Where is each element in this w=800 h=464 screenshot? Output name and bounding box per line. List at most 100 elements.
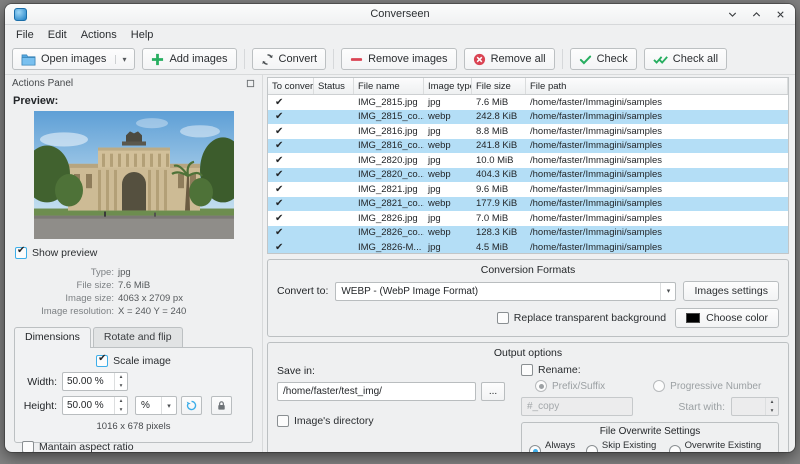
row-check-icon[interactable]: ✔ xyxy=(268,97,314,108)
save-path-input[interactable]: /home/faster/test_img/ xyxy=(277,382,476,401)
table-row[interactable]: ✔ IMG_2826.jpg jpg 7.0 MiB/home/faster/Imma… xyxy=(268,211,788,226)
toolbar-remove-all-button[interactable]: Remove all xyxy=(463,48,555,70)
table-row[interactable]: ✔ IMG_2815_co... webp 242.8 KiB/home/faster… xyxy=(268,109,788,124)
progressive-number-radio[interactable]: Progressive Number xyxy=(653,380,761,392)
toolbar-remove-images-button[interactable]: Remove images xyxy=(341,48,457,70)
toolbar-open-images-button[interactable]: Open images ▾ xyxy=(12,48,136,70)
radio-label: Progressive Number xyxy=(670,380,762,392)
overwrite-existing-files-radio[interactable]: Overwrite Existing Files xyxy=(668,440,771,452)
toolbar-convert-button[interactable]: Convert xyxy=(251,48,327,70)
browse-button[interactable]: ... xyxy=(481,382,505,401)
tab-rotate-and-flip[interactable]: Rotate and flip xyxy=(92,327,183,347)
column-header-file-name[interactable]: File name xyxy=(354,78,424,94)
minimize-icon[interactable] xyxy=(727,9,738,20)
overwrite-options: Always Ask Skip Existing Files Overwrite E… xyxy=(529,440,771,452)
table-row[interactable]: ✔ IMG_2816_co... webp 241.8 KiB/home/faster… xyxy=(268,138,788,153)
titlebar[interactable]: Converseen xyxy=(5,4,795,25)
dimensions-panel: Scale image Width: 50.00 % ▴▾ Height: 50… xyxy=(14,347,253,452)
window-title: Converseen xyxy=(370,8,430,20)
close-icon[interactable] xyxy=(775,9,786,20)
table-row[interactable]: ✔ IMG_2826-M... jpg 4.5 MiB/home/faster/Imm… xyxy=(268,240,788,253)
skip-existing-files-radio[interactable]: Skip Existing Files xyxy=(585,440,669,452)
row-check-icon[interactable]: ✔ xyxy=(268,213,314,224)
start-with-value xyxy=(732,398,765,415)
rename-checkbox[interactable]: Rename: xyxy=(521,364,779,376)
toolbar-check-button[interactable]: Check xyxy=(569,48,637,70)
table-row[interactable]: ✔ IMG_2820_co... webp 404.3 KiB/home/faster… xyxy=(268,167,788,182)
width-spinner[interactable]: 50.00 % ▴ ▾ xyxy=(62,372,128,391)
toolbar-check-all-button[interactable]: Check all xyxy=(643,48,728,70)
spinner-arrows-icon[interactable]: ▴ ▾ xyxy=(114,397,127,414)
float-panel-icon[interactable] xyxy=(246,79,255,88)
file-table-header[interactable]: To convert Status File name Image type File … xyxy=(268,78,788,95)
table-row[interactable]: ✔ IMG_2815.jpg jpg 7.6 MiB/home/faster/Imma… xyxy=(268,95,788,110)
toolbar-add-images-button[interactable]: Add images xyxy=(142,48,237,70)
row-check-icon[interactable]: ✔ xyxy=(268,227,314,238)
row-check-icon[interactable]: ✔ xyxy=(268,126,314,137)
table-row[interactable]: ✔ IMG_2821.jpg jpg 9.6 MiB/home/faster/Imma… xyxy=(268,182,788,197)
column-header-file-size[interactable]: File size xyxy=(472,78,526,94)
row-check-icon[interactable]: ✔ xyxy=(268,198,314,209)
row-image-type: jpg xyxy=(428,212,441,224)
row-check-icon[interactable]: ✔ xyxy=(268,155,314,166)
dropdown-arrow-icon[interactable]: ▾ xyxy=(115,54,126,64)
rename-pattern-input[interactable]: #_copy xyxy=(521,397,633,416)
conversion-formats-group: Conversion Formats Convert to: WEBP - (W… xyxy=(267,259,789,337)
images-settings-button[interactable]: Images settings xyxy=(683,281,779,301)
menu-item-edit[interactable]: Edit xyxy=(41,27,74,43)
file-overwrite-title: File Overwrite Settings xyxy=(599,426,701,437)
format-combobox[interactable]: WEBP - (WebP Image Format) ▾ xyxy=(335,281,677,301)
row-check-icon[interactable]: ✔ xyxy=(268,184,314,195)
row-image-type: jpg xyxy=(428,96,441,108)
row-check-icon[interactable]: ✔ xyxy=(268,242,314,253)
show-preview-checkbox[interactable]: Show preview xyxy=(15,245,255,259)
row-image-type: webp xyxy=(428,140,451,152)
menubar: File Edit Actions Help xyxy=(5,25,795,44)
tab-dimensions[interactable]: Dimensions xyxy=(14,327,91,348)
menu-item-actions[interactable]: Actions xyxy=(74,27,124,43)
replace-transparent-background-checkbox[interactable]: Replace transparent background xyxy=(496,312,667,324)
row-image-type: jpg xyxy=(428,154,441,166)
image-info-line: Type: jpg xyxy=(12,266,255,279)
row-image-type: webp xyxy=(428,198,451,210)
table-row[interactable]: ✔ IMG_2826_co... webp 128.3 KiB/home/faster… xyxy=(268,225,788,240)
rename-pattern-value: #_copy xyxy=(527,401,560,412)
lock-aspect-button[interactable] xyxy=(211,396,232,415)
format-value: WEBP - (WebP Image Format) xyxy=(341,285,479,297)
table-row[interactable]: ✔ IMG_2820.jpg jpg 10.0 MiB/home/faster/Imm… xyxy=(268,153,788,168)
column-header-file-path[interactable]: File path xyxy=(526,78,788,94)
row-file-name: IMG_2821_co... xyxy=(358,198,424,210)
row-image-type: webp xyxy=(428,227,451,239)
table-row[interactable]: ✔ IMG_2816.jpg jpg 8.8 MiB/home/faster/Imma… xyxy=(268,124,788,139)
images-directory-checkbox[interactable]: Image's directory xyxy=(277,415,505,427)
maintain-aspect-ratio-checkbox[interactable]: Mantain aspect ratio xyxy=(22,441,245,452)
height-spinner[interactable]: 50.00 % ▴ ▾ xyxy=(62,396,128,415)
maximize-icon[interactable] xyxy=(751,9,762,20)
images-directory-label: Image's directory xyxy=(294,415,374,427)
row-file-size: 177.9 KiB xyxy=(476,198,518,210)
spinner-arrows-icon[interactable]: ▴ ▾ xyxy=(114,373,127,390)
column-header-to-convert[interactable]: To convert xyxy=(268,78,314,94)
row-check-icon[interactable]: ✔ xyxy=(268,111,314,122)
scale-image-checkbox[interactable]: Scale image xyxy=(22,353,245,367)
prefix-suffix-radio[interactable]: Prefix/Suffix xyxy=(535,380,605,392)
column-header-status[interactable]: Status xyxy=(314,78,354,94)
row-file-name: IMG_2821.jpg xyxy=(358,183,418,195)
row-check-icon[interactable]: ✔ xyxy=(268,140,314,151)
replace-background-label: Replace transparent background xyxy=(513,312,667,324)
always-ask-radio[interactable]: Always Ask xyxy=(529,440,586,452)
row-file-path: /home/faster/Immagini/samples xyxy=(530,212,662,224)
row-file-name: IMG_2820_co... xyxy=(358,169,424,181)
menu-item-help[interactable]: Help xyxy=(124,27,161,43)
choose-color-button[interactable]: Choose color xyxy=(675,308,779,328)
reset-dimensions-button[interactable] xyxy=(181,396,202,415)
column-header-image-type[interactable]: Image type xyxy=(424,78,472,94)
table-row[interactable]: ✔ IMG_2821_co... webp 177.9 KiB/home/faster… xyxy=(268,196,788,211)
main-area: Actions Panel Preview: ✔ Show preview Ty… xyxy=(5,75,795,452)
radio-label: Always Ask xyxy=(545,440,576,452)
menu-item-file[interactable]: File xyxy=(9,27,41,43)
start-with-spinner[interactable]: ▴ ▾ xyxy=(731,397,779,416)
row-check-icon[interactable]: ✔ xyxy=(268,169,314,180)
row-file-path: /home/faster/Immagini/samples xyxy=(530,241,662,253)
unit-combobox[interactable]: % ▾ xyxy=(135,396,177,415)
